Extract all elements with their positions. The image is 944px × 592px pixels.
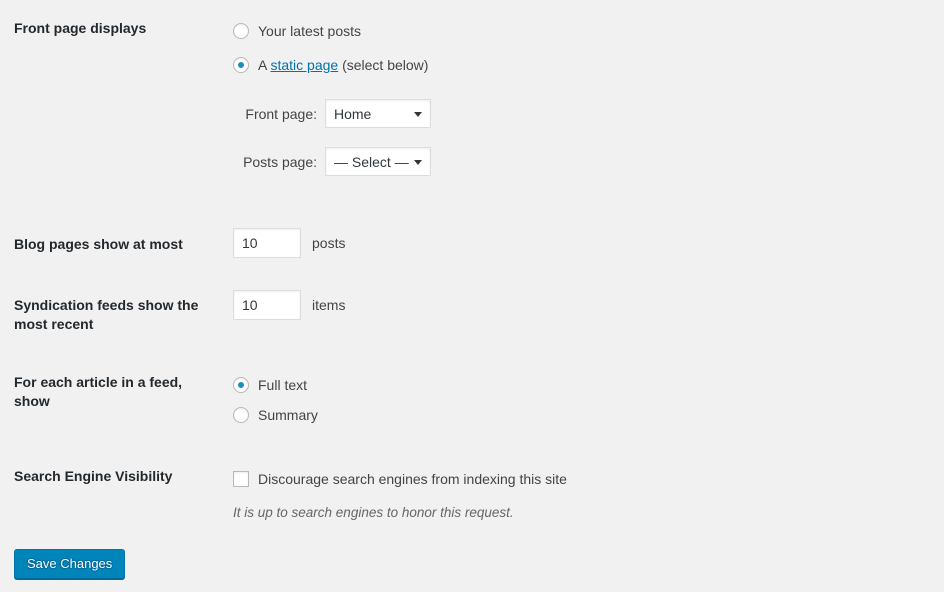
posts-page-select-label: Posts page:: [233, 154, 317, 170]
radio-option-full-text[interactable]: Full text: [233, 373, 318, 397]
blog-pages-unit: posts: [312, 235, 345, 251]
radio-option-latest-posts[interactable]: Your latest posts: [233, 19, 428, 43]
save-changes-button[interactable]: Save Changes: [14, 549, 125, 579]
front-page-displays-label: Front page displays: [14, 19, 219, 38]
chevron-down-icon: [414, 112, 422, 117]
front-page-select[interactable]: Home: [325, 99, 431, 128]
feed-article-label: For each article in a feed, show: [14, 373, 219, 411]
checkbox-option-discourage-search-engines[interactable]: Discourage search engines from indexing …: [233, 467, 567, 491]
radio-label-static-page: A static page (select below): [258, 57, 428, 73]
search-visibility-field: Discourage search engines from indexing …: [233, 467, 567, 520]
search-visibility-label: Search Engine Visibility: [14, 467, 219, 486]
radio-option-static-page[interactable]: A static page (select below): [233, 53, 428, 77]
static-page-link[interactable]: static page: [270, 57, 338, 73]
syndication-feeds-field: items: [233, 290, 345, 320]
chevron-down-icon: [414, 160, 422, 165]
posts-page-select-value: — Select —: [334, 154, 409, 170]
radio-option-summary[interactable]: Summary: [233, 403, 318, 427]
checkbox-label-discourage-search-engines: Discourage search engines from indexing …: [258, 471, 567, 487]
blog-pages-field: posts: [233, 228, 345, 258]
feed-article-options: Full text Summary: [233, 373, 318, 427]
sub-row-posts-page: Posts page: — Select —: [233, 147, 431, 176]
radio-icon-static-page[interactable]: [233, 57, 249, 73]
front-page-displays-options: Your latest posts A static page (select …: [233, 19, 428, 77]
posts-page-select[interactable]: — Select —: [325, 147, 431, 176]
radio-label-full-text: Full text: [258, 377, 307, 393]
sub-row-front-page: Front page: Home: [233, 99, 431, 128]
radio-label-latest-posts: Your latest posts: [258, 23, 361, 39]
radio-icon-full-text[interactable]: [233, 377, 249, 393]
static-page-text-after: (select below): [338, 57, 428, 73]
syndication-feeds-label: Syndication feeds show the most recent: [14, 296, 219, 334]
radio-icon-summary[interactable]: [233, 407, 249, 423]
search-visibility-note: It is up to search engines to honor this…: [233, 505, 567, 520]
radio-icon-latest-posts[interactable]: [233, 23, 249, 39]
blog-pages-label: Blog pages show at most: [14, 235, 219, 254]
checkbox-icon-discourage-search-engines[interactable]: [233, 471, 249, 487]
syndication-feeds-unit: items: [312, 297, 345, 313]
reading-settings-form: Front page displays Your latest posts A …: [0, 0, 944, 592]
blog-pages-input[interactable]: [233, 228, 301, 258]
static-page-text-before: A: [258, 57, 270, 73]
front-page-select-value: Home: [334, 106, 371, 122]
syndication-feeds-input[interactable]: [233, 290, 301, 320]
radio-label-summary: Summary: [258, 407, 318, 423]
front-page-select-label: Front page:: [233, 106, 317, 122]
